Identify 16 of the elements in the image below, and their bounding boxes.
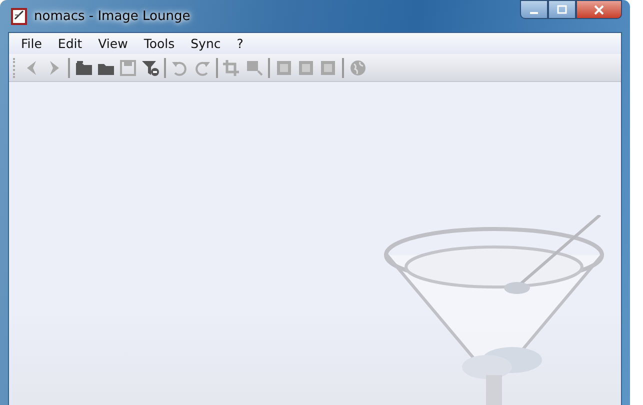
- menu-item[interactable]: Tools: [136, 36, 183, 51]
- window-title: nomacs - Image Lounge: [34, 8, 190, 24]
- minimize-button[interactable]: [520, 0, 548, 19]
- menu-item[interactable]: File: [13, 36, 50, 51]
- close-icon: [593, 4, 605, 14]
- menu-item[interactable]: View: [90, 36, 136, 51]
- menu-item[interactable]: Edit: [50, 36, 90, 51]
- filter-icon[interactable]: [140, 58, 160, 76]
- minimize-icon: [530, 12, 538, 14]
- maximize-button[interactable]: [548, 0, 576, 19]
- app-icon: [10, 7, 28, 25]
- menu-item[interactable]: ?: [228, 36, 252, 51]
- close-button[interactable]: [576, 0, 622, 19]
- menu-item[interactable]: Sync: [182, 36, 229, 51]
- open-folder-icon[interactable]: [74, 58, 94, 76]
- maximize-icon: [556, 4, 568, 14]
